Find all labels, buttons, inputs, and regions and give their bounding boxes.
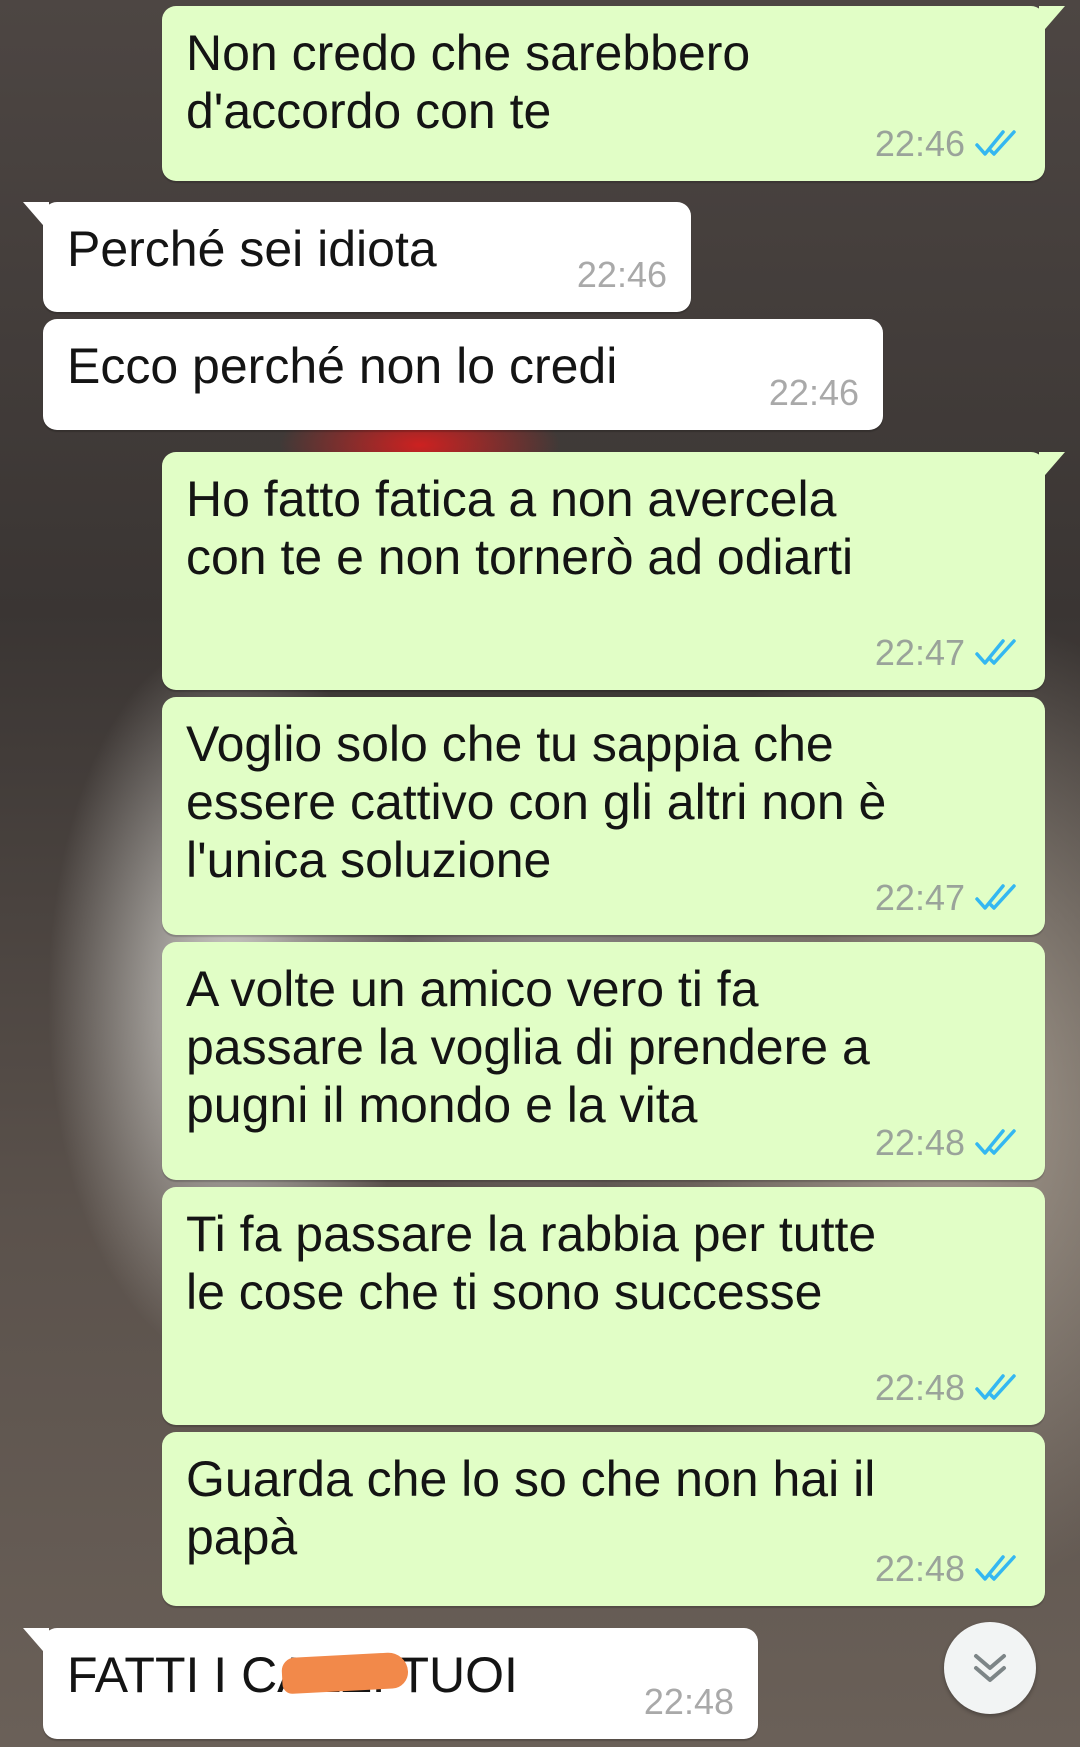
message-meta: 22:48 [875,1548,1021,1590]
message-time: 22:47 [874,877,965,918]
message-text: Ecco perché non lo credi [67,338,618,394]
message-text: Guarda che lo so che non hai il papà [186,1451,876,1565]
double-check-icon [975,639,1016,665]
message-bubble-outgoing[interactable]: Non credo che sarebbero d'accordo con te… [162,6,1065,181]
message-bubble-incoming[interactable]: Perché sei idiota 22:46 [23,202,691,312]
message-time: 22:48 [643,1681,734,1722]
message-text: Perché sei idiota [67,221,437,277]
message-bubble-outgoing[interactable]: Voglio solo che tu sappia che essere cat… [162,697,1045,935]
chevron-double-down-icon [974,1654,1006,1682]
message-meta: 22:48 [875,1122,1021,1164]
message-time: 22:47 [874,632,965,673]
bubble-tail [23,1628,49,1658]
message-bubble-outgoing[interactable]: Ti fa passare la rabbia per tutte le cos… [162,1187,1045,1425]
message-bubble-incoming[interactable]: Ecco perché non lo credi 22:46 [43,319,883,430]
message-time: 22:46 [768,372,859,413]
message-text: Ti fa passare la rabbia per tutte le cos… [186,1206,877,1320]
message-text: Non credo che sarebbero d'accordo con te [186,25,751,139]
message-time: 22:46 [874,123,965,164]
bubble-tail [1039,6,1065,36]
message-time: 22:48 [874,1548,965,1589]
message-meta: 22:46 [577,254,667,296]
redaction-mark [281,1651,409,1695]
message-meta: 22:48 [644,1681,734,1723]
message-bubble-outgoing[interactable]: Ho fatto fatica a non avercela con te e … [162,452,1065,690]
double-check-icon [975,130,1016,156]
message-bubble-outgoing[interactable]: Guarda che lo so che non hai il papà 22:… [162,1432,1045,1606]
bubble-tail [1039,452,1065,482]
message-meta: 22:47 [875,632,1021,674]
message-meta: 22:46 [769,372,859,414]
message-time: 22:46 [576,254,667,295]
double-check-icon [975,1555,1016,1581]
double-check-icon [975,1129,1016,1155]
scroll-to-bottom-button[interactable] [944,1622,1036,1714]
message-bubble-outgoing[interactable]: A volte un amico vero ti fa passare la v… [162,942,1045,1180]
double-check-icon [975,884,1016,910]
chat-message-list[interactable]: Non credo che sarebbero d'accordo con te… [0,0,1080,1747]
message-text: A volte un amico vero ti fa passare la v… [186,961,870,1133]
message-meta: 22:48 [875,1367,1021,1409]
message-time: 22:48 [874,1122,965,1163]
double-check-icon [975,1374,1016,1400]
message-text: Voglio solo che tu sappia che essere cat… [186,716,887,888]
message-meta: 22:47 [875,877,1021,919]
message-time: 22:48 [874,1367,965,1408]
message-text: Ho fatto fatica a non avercela con te e … [186,471,854,585]
message-meta: 22:46 [875,123,1021,165]
bubble-tail [23,202,49,232]
